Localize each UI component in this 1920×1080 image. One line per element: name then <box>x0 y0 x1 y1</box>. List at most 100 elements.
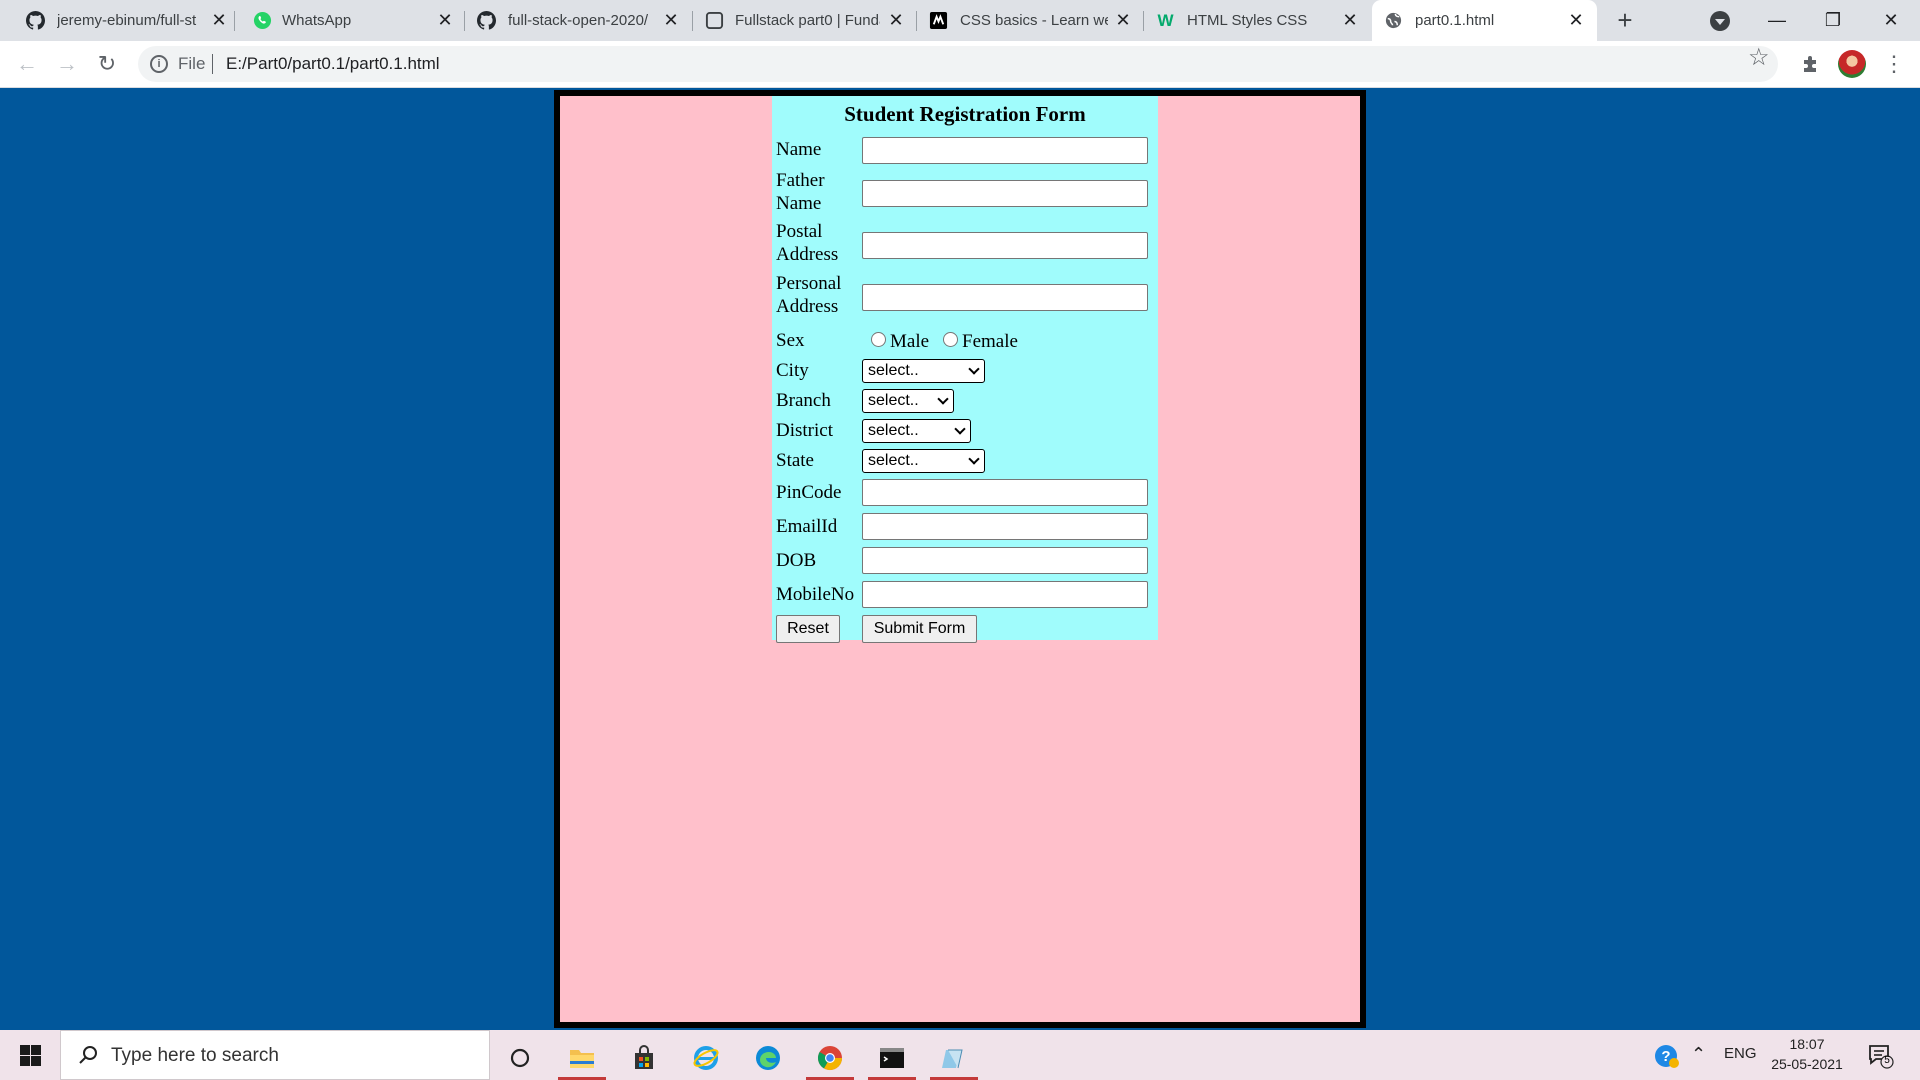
tab-css-basics[interactable]: CSS basics - Learn wel ✕ <box>917 0 1144 41</box>
close-icon[interactable]: ✕ <box>1566 10 1586 30</box>
chevron-down-icon <box>968 453 980 465</box>
label-dob: DOB <box>776 550 817 571</box>
label-district: District <box>776 420 833 441</box>
close-icon[interactable]: ✕ <box>1340 10 1360 30</box>
language-indicator[interactable]: ENG <box>1724 1045 1757 1062</box>
tab-part0-html[interactable]: part0.1.html ✕ <box>1372 0 1597 41</box>
male-radio-label: Male <box>890 331 930 352</box>
label-pincode: PinCode <box>776 482 842 503</box>
female-radio[interactable] <box>943 332 958 347</box>
pincode-input[interactable] <box>862 479 1148 506</box>
label-postal-address: Postal Address <box>776 221 839 265</box>
personal-address-input[interactable] <box>862 284 1148 311</box>
tab-title: CSS basics - Learn wel <box>960 12 1108 29</box>
reload-icon[interactable]: ↻ <box>92 49 122 79</box>
name-input[interactable] <box>862 137 1148 164</box>
male-radio[interactable] <box>871 332 886 347</box>
back-arrow-icon[interactable]: ← <box>12 49 42 79</box>
tab-github-fullstack[interactable]: full-stack-open-2020/ ✕ <box>465 0 693 41</box>
label-branch: Branch <box>776 390 831 411</box>
notepad-icon[interactable] <box>930 1036 978 1080</box>
close-icon[interactable]: ✕ <box>1113 10 1133 30</box>
label-personal-address: Personal Address <box>776 273 842 317</box>
city-select-value: select.. <box>868 362 919 379</box>
notification-count: 5 <box>1884 1055 1890 1066</box>
mdn-icon <box>929 11 948 30</box>
notification-center-icon[interactable]: 5 <box>1868 1043 1894 1069</box>
windows-taskbar: Type here to search ? ⌃ ENG 18:07 25-05-… <box>0 1030 1920 1080</box>
page-viewport: Student Registration Form Name Father Na… <box>0 89 1920 1030</box>
label-sex: Sex <box>776 330 805 351</box>
clock-date: 25-05-2021 <box>1771 1056 1843 1072</box>
window-close-icon[interactable]: ✕ <box>1876 6 1906 34</box>
profile-avatar[interactable] <box>1838 50 1866 78</box>
minimize-icon[interactable]: — <box>1762 6 1792 34</box>
father-name-input[interactable] <box>862 180 1148 207</box>
github-icon <box>477 11 496 30</box>
address-scheme: File <box>178 54 206 73</box>
tab-title: part0.1.html <box>1415 12 1495 29</box>
email-input[interactable] <box>862 513 1148 540</box>
windows-start-icon[interactable] <box>20 1045 41 1066</box>
submit-form-button[interactable]: Submit Form <box>862 615 977 643</box>
close-icon[interactable]: ✕ <box>661 10 681 30</box>
show-hidden-icons-chevron-up-icon[interactable]: ⌃ <box>1691 1044 1706 1065</box>
mobile-input[interactable] <box>862 581 1148 608</box>
close-icon[interactable]: ✕ <box>435 10 455 30</box>
address-url[interactable]: E:/Part0/part0.1/part0.1.html <box>226 54 440 74</box>
tab-html-styles[interactable]: W HTML Styles CSS ✕ <box>1144 0 1372 41</box>
info-icon[interactable]: i <box>150 55 168 73</box>
state-select-value: select.. <box>868 452 919 469</box>
label-city: City <box>776 360 809 381</box>
city-select[interactable]: select.. <box>862 359 985 383</box>
address-divider <box>212 54 213 74</box>
file-explorer-icon[interactable] <box>558 1036 606 1080</box>
dob-input[interactable] <box>862 547 1148 574</box>
tab-github-jeremy[interactable]: jeremy-ebinum/full-st ✕ <box>0 0 235 41</box>
state-select[interactable]: select.. <box>862 449 985 473</box>
tab-search-icon[interactable] <box>1710 11 1730 31</box>
chevron-down-icon <box>954 423 966 435</box>
taskbar-clock[interactable]: 18:07 25-05-2021 <box>1766 1034 1848 1074</box>
browser-toolbar: ← → ↻ i File E:/Part0/part0.1/part0.1.ht… <box>0 41 1920 88</box>
tab-fullstack-part0[interactable]: Fullstack part0 | Funda ✕ <box>693 0 917 41</box>
label-email: EmailId <box>776 516 838 537</box>
female-radio-label: Female <box>962 331 1018 352</box>
task-view-icon[interactable] <box>496 1036 544 1080</box>
edge-icon[interactable] <box>744 1036 792 1080</box>
restore-icon[interactable]: ❐ <box>1818 6 1848 34</box>
bookmark-star-icon[interactable]: ☆ <box>1748 46 1770 70</box>
forward-arrow-icon[interactable]: → <box>52 49 82 79</box>
postal-address-input[interactable] <box>862 232 1148 259</box>
whatsapp-icon <box>253 11 272 30</box>
label-name: Name <box>776 139 822 160</box>
label-mobile: MobileNo <box>776 584 855 605</box>
close-icon[interactable]: ✕ <box>209 10 229 30</box>
branch-select[interactable]: select.. <box>862 389 954 413</box>
close-icon[interactable]: ✕ <box>886 10 906 30</box>
district-select-value: select.. <box>868 422 919 439</box>
taskbar-search-box[interactable]: Type here to search <box>60 1030 490 1080</box>
tab-title: WhatsApp <box>282 12 352 29</box>
form-title: Student Registration Form <box>844 102 1086 126</box>
internet-explorer-icon[interactable] <box>682 1036 730 1080</box>
district-select[interactable]: select.. <box>862 419 971 443</box>
label-state: State <box>776 450 814 471</box>
chrome-icon[interactable] <box>806 1036 854 1080</box>
github-icon <box>26 11 45 30</box>
w3schools-icon: W <box>1157 10 1174 30</box>
new-tab-button[interactable]: + <box>1612 7 1638 34</box>
terminal-icon[interactable] <box>868 1036 916 1080</box>
microsoft-store-icon[interactable] <box>620 1036 668 1080</box>
tab-whatsapp[interactable]: WhatsApp ✕ <box>235 0 465 41</box>
menu-kebab-icon[interactable]: ⋮ <box>1880 50 1908 78</box>
search-icon <box>77 1044 97 1064</box>
extensions-puzzle-icon[interactable] <box>1797 50 1825 78</box>
reset-button[interactable]: Reset <box>776 615 840 643</box>
globe-icon <box>1384 11 1403 30</box>
tab-title: HTML Styles CSS <box>1187 12 1308 29</box>
help-tray-icon[interactable]: ? <box>1654 1043 1680 1073</box>
student-registration-form: Student Registration Form Name Father Na… <box>772 96 1158 643</box>
address-bar[interactable]: i File E:/Part0/part0.1/part0.1.html <box>138 46 1778 82</box>
tab-title: full-stack-open-2020/ <box>508 12 649 29</box>
